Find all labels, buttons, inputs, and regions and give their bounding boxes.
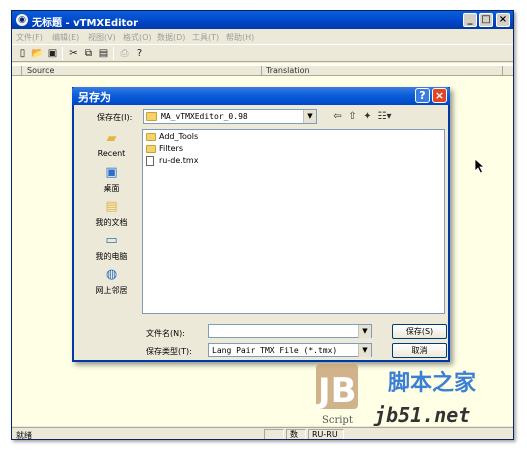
place-my-documents[interactable]: ▤ 我的文档 [84,199,139,233]
view-menu-icon[interactable]: ☷▾ [376,110,393,123]
menu-tools[interactable]: 工具(T) [192,32,219,43]
folder-icon [146,112,157,121]
minimize-button[interactable]: _ [463,13,477,27]
new-file-icon[interactable]: ▯ [16,47,29,60]
chevron-down-icon[interactable]: ▼ [303,110,316,123]
copy-icon[interactable]: ⧉ [82,47,95,60]
dialog-title: 另存为 [78,91,111,104]
print-icon[interactable]: ⎙ [118,47,131,60]
documents-folder-icon: ▤ [105,199,118,214]
file-name-label: 文件名(N): [146,329,185,338]
maximize-button[interactable]: □ [479,13,493,27]
grid-header: Source Translation [12,65,513,76]
paste-icon[interactable]: ▤ [97,47,110,60]
toolbar-separator [62,47,63,60]
watermark-script: Script [322,415,353,426]
save-button[interactable]: 保存(S) [392,324,447,339]
toolbar-separator [113,47,114,60]
dialog-title-bar[interactable]: 另存为 ? × [72,87,450,105]
watermark-logo: JB Script 脚本之家 jb51.net [316,364,477,427]
translation-column-header[interactable]: Translation [263,66,503,76]
file-name-input[interactable]: ▼ [208,324,372,338]
menu-format[interactable]: 格式(O) [123,32,152,43]
cut-icon[interactable]: ✂ [67,47,80,60]
menu-view[interactable]: 视图(V) [88,32,116,43]
up-folder-icon[interactable]: ⇧ [346,110,359,123]
menu-data[interactable]: 数据(D) [157,32,185,43]
file-list[interactable]: Add_Tools Filters ru-de.tmx [142,129,445,314]
close-button[interactable]: × [496,13,510,27]
file-type-dropdown[interactable]: Lang Pair TMX File (*.tmx) ▼ [208,343,372,357]
folder-icon [146,145,156,153]
chevron-down-icon[interactable]: ▼ [358,325,371,338]
watermark-letter: JB [316,371,357,411]
network-globe-icon: ◍ [105,267,118,282]
row-number-header [12,66,22,76]
status-panel-empty [264,429,284,439]
place-network[interactable]: ◍ 网上邻居 [84,267,139,301]
file-type-value: Lang Pair TMX File (*.tmx) [212,346,338,355]
window-title: 无标题 - vTMXEditor [32,18,139,29]
save-as-dialog: 另存为 ? × 保存在(I): MA_vTMXEditor_0.98 ▼ ⇦ ⇧… [72,87,450,362]
menu-edit[interactable]: 编辑(E) [52,32,79,43]
title-bar[interactable]: ◉ 无标题 - vTMXEditor _ □ × [12,11,513,29]
watermark-site-url: jb51.net [373,403,470,427]
place-recent[interactable]: ▰ Recent [84,131,139,165]
watermark-site-cn: 脚本之家 [388,370,477,396]
place-desktop[interactable]: ▣ 桌面 [84,165,139,199]
menu-bar: 文件(F) 编辑(E) 视图(V) 格式(O) 数据(D) 工具(T) 帮助(H… [12,30,513,43]
folder-icon [146,133,156,141]
app-icon: ◉ [16,14,28,26]
save-in-dropdown[interactable]: MA_vTMXEditor_0.98 ▼ [143,109,317,124]
desktop-icon: ▣ [105,165,118,180]
new-folder-icon[interactable]: ✦ [361,110,374,123]
help-question-icon[interactable]: ? [133,47,146,60]
places-bar: ▰ Recent ▣ 桌面 ▤ 我的文档 ▭ 我的电脑 ◍ 网上邻居 [84,131,139,306]
open-folder-icon[interactable]: 📂 [31,47,44,60]
place-my-computer[interactable]: ▭ 我的电脑 [84,233,139,267]
toolbar: ▯ 📂 ▣ ✂ ⧉ ▤ ⎙ ? [12,44,513,62]
dialog-close-button[interactable]: × [432,88,447,103]
file-icon [146,156,154,166]
back-arrow-icon[interactable]: ⇦ [331,110,344,123]
dialog-help-button[interactable]: ? [415,88,430,103]
source-column-header[interactable]: Source [23,66,262,76]
recent-folder-icon: ▰ [106,131,117,146]
menu-help[interactable]: 帮助(H) [226,32,254,43]
status-panel-numlock: 数字 [286,429,306,439]
save-in-value: MA_vTMXEditor_0.98 [161,112,248,121]
save-disk-icon[interactable]: ▣ [46,47,59,60]
status-text: 就绪 [16,431,32,440]
mouse-cursor-icon [474,158,486,174]
file-type-label: 保存类型(T): [146,347,192,356]
computer-icon: ▭ [105,233,118,248]
menu-file[interactable]: 文件(F) [16,32,43,43]
save-in-label: 保存在(I): [97,113,133,122]
